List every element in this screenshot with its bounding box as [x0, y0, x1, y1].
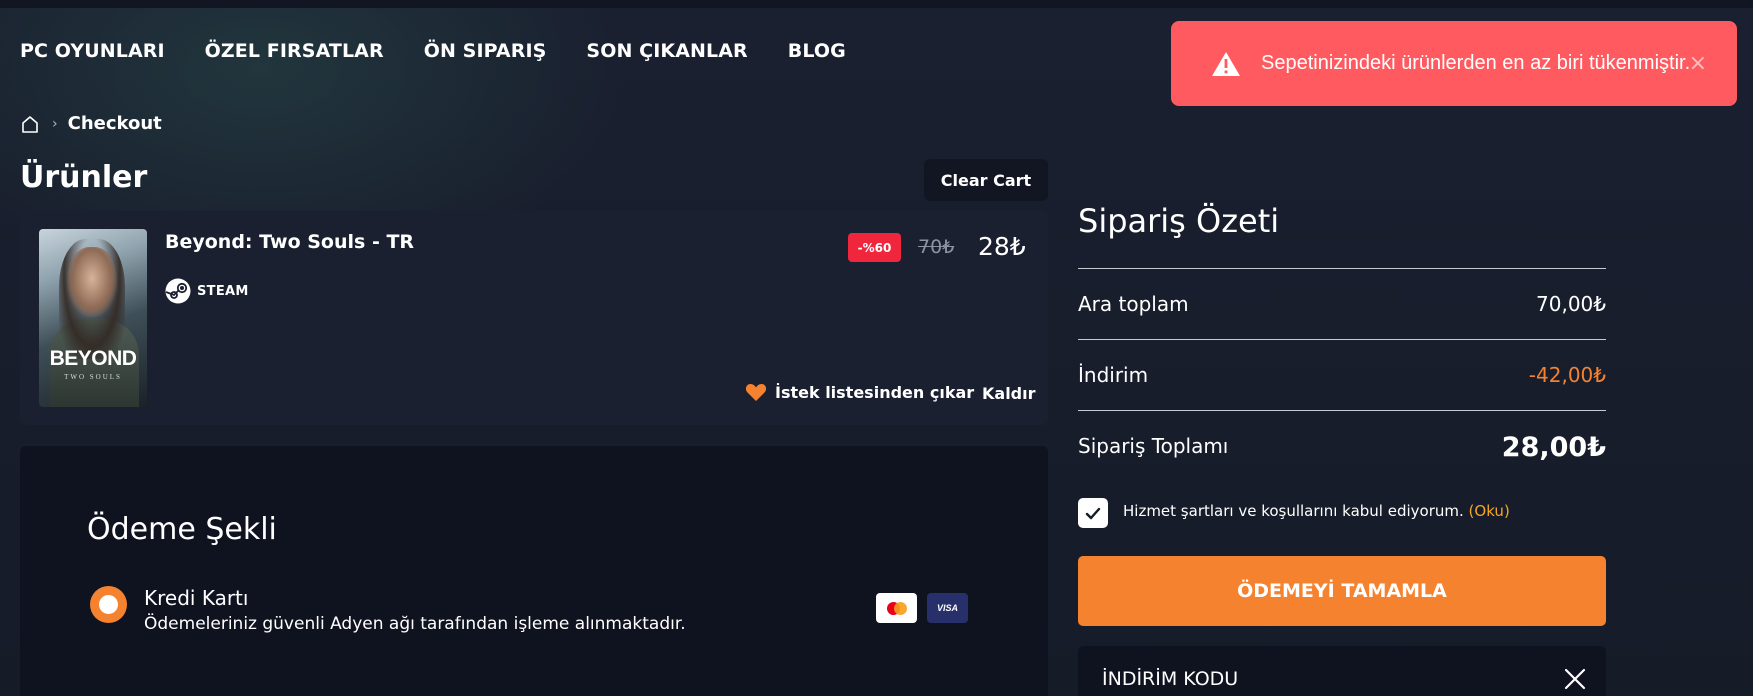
order-total-value: 28,00₺	[1501, 432, 1606, 463]
nav-item-blog[interactable]: BLOG	[788, 40, 846, 62]
cover-subtitle: TWO SOULS	[64, 373, 122, 381]
mastercard-icon	[876, 593, 917, 623]
wishlist-label: İstek listesinden çıkar	[775, 382, 975, 402]
breadcrumb-separator: ›	[52, 115, 58, 132]
visa-icon: VISA	[927, 593, 968, 623]
remove-from-wishlist-button[interactable]: İstek listesinden çıkar	[745, 382, 974, 402]
cart-item: BEYOND TWO SOULS Beyond: Two Souls - TR …	[20, 211, 1048, 425]
discount-label: İndirim	[1078, 363, 1149, 387]
order-summary-title: Sipariş Özeti	[1078, 202, 1280, 240]
nav-item-pc-games[interactable]: PC OYUNLARI	[20, 40, 165, 62]
main-nav: PC OYUNLARI ÖZEL FIRSATLAR ÖN SIPARIŞ SO…	[20, 40, 886, 62]
order-total-label: Sipariş Toplamı	[1078, 434, 1229, 458]
remove-item-button[interactable]: Kaldır	[982, 384, 1036, 403]
subtotal-label: Ara toplam	[1078, 292, 1189, 316]
payment-method-title: Kredi Kartı	[144, 586, 249, 610]
close-icon[interactable]	[1564, 668, 1586, 690]
breadcrumb: › Checkout	[20, 113, 162, 134]
error-toast: Sepetinizindeki ürünlerden en az biri tü…	[1171, 21, 1737, 106]
steam-icon	[165, 278, 191, 304]
warning-icon	[1212, 51, 1240, 76]
terms-checkbox[interactable]	[1078, 498, 1108, 528]
old-price: 70₺	[918, 236, 955, 258]
toast-message: Sepetinizindeki ürünlerden en az biri tü…	[1261, 52, 1691, 74]
payment-section: Ödeme Şekli Kredi Kartı Ödemeleriniz güv…	[20, 446, 1048, 696]
cover-logo: BEYOND	[49, 347, 137, 370]
platform-tag: STEAM	[165, 278, 249, 304]
terms-text: Hizmet şartları ve koşullarını kabul edi…	[1123, 502, 1510, 520]
summary-divider	[1078, 339, 1606, 340]
nav-item-preorder[interactable]: ÖN SIPARIŞ	[424, 40, 547, 62]
heart-icon	[745, 384, 767, 401]
discount-value: -42,00₺	[1528, 363, 1606, 387]
nav-item-special-deals[interactable]: ÖZEL FIRSATLAR	[205, 40, 384, 62]
toast-close-icon[interactable]: ×	[1689, 51, 1707, 76]
coupon-panel: İNDİRİM KODU	[1078, 646, 1606, 696]
platform-label: STEAM	[197, 283, 249, 299]
check-icon	[1085, 507, 1101, 519]
cart-title: Ürünler	[20, 160, 148, 195]
clear-cart-button[interactable]: Clear Cart	[924, 159, 1048, 201]
payment-method-description: Ödemeleriniz güvenli Adyen ağı tarafında…	[144, 614, 686, 634]
summary-divider	[1078, 410, 1606, 411]
summary-divider	[1078, 268, 1606, 269]
top-bar	[0, 0, 1753, 8]
product-cover-image[interactable]: BEYOND TWO SOULS	[39, 229, 147, 407]
home-icon[interactable]	[20, 114, 40, 134]
payment-title: Ödeme Şekli	[87, 512, 277, 547]
terms-read-link[interactable]: (Oku)	[1469, 502, 1510, 520]
coupon-label[interactable]: İNDİRİM KODU	[1102, 668, 1238, 690]
terms-label: Hizmet şartları ve koşullarını kabul edi…	[1123, 502, 1464, 520]
subtotal-value: 70,00₺	[1536, 292, 1606, 316]
nav-item-new-releases[interactable]: SON ÇIKANLAR	[586, 40, 747, 62]
current-price: 28₺	[978, 232, 1026, 261]
breadcrumb-current: Checkout	[67, 113, 162, 134]
product-name[interactable]: Beyond: Two Souls - TR	[165, 231, 414, 253]
discount-badge: -%60	[848, 233, 901, 262]
credit-card-radio[interactable]	[90, 586, 127, 623]
complete-payment-button[interactable]: ÖDEMEYİ TAMAMLA	[1078, 556, 1606, 626]
